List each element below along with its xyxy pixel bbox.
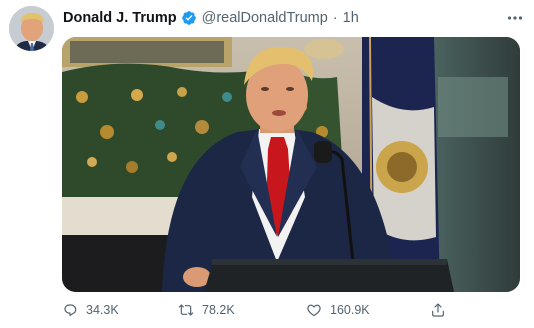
retweet-count: 78.2K: [202, 303, 235, 317]
verified-badge-icon: [181, 10, 197, 26]
retweet-button[interactable]: 78.2K: [178, 300, 235, 320]
user-handle[interactable]: @realDonaldTrump: [202, 10, 328, 26]
share-button[interactable]: [428, 300, 448, 320]
retweet-icon: [178, 304, 194, 316]
more-icon[interactable]: [506, 8, 524, 28]
avatar-image: [9, 6, 54, 51]
reply-icon: [64, 304, 77, 316]
like-button[interactable]: 160.9K: [306, 300, 370, 320]
timestamp[interactable]: 1h: [343, 10, 359, 26]
tweet-media[interactable]: [62, 37, 520, 292]
reply-count: 34.3K: [86, 303, 119, 317]
separator-dot: ·: [332, 10, 338, 26]
share-icon: [432, 303, 444, 317]
like-icon: [307, 304, 321, 317]
video-still: [62, 37, 520, 292]
tweet-header: Donald J. Trump @realDonaldTrump · 1h: [63, 8, 524, 28]
like-count: 160.9K: [330, 303, 370, 317]
display-name[interactable]: Donald J. Trump: [63, 10, 177, 26]
tweet-actions: 34.3K 78.2K 160.9K: [62, 300, 482, 320]
reply-button[interactable]: 34.3K: [62, 300, 119, 320]
avatar[interactable]: [9, 6, 54, 51]
